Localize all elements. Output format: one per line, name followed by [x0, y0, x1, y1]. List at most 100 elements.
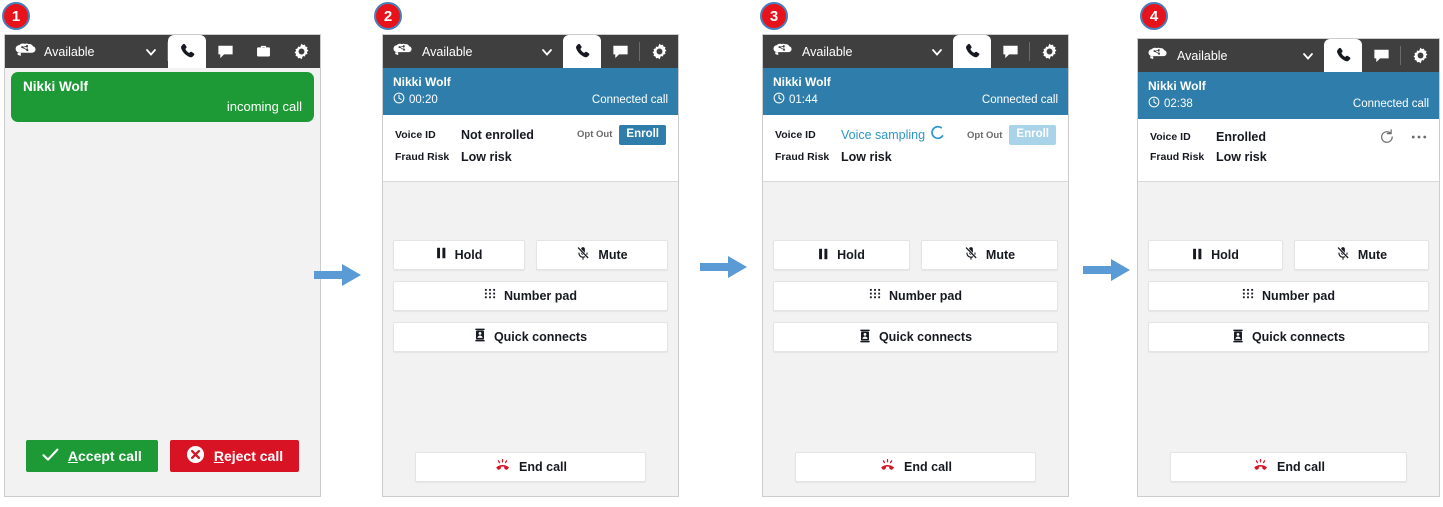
quick-connects-label: Quick connects — [1251, 330, 1346, 344]
tab-phone[interactable] — [953, 35, 991, 68]
clock-icon — [1148, 96, 1160, 111]
end-call-icon — [1252, 458, 1269, 475]
contact-meta-row: 02:38 Connected call — [1148, 96, 1429, 111]
nav-tabs — [953, 35, 1029, 68]
quick-connects-button[interactable]: Quick connects — [1148, 322, 1429, 352]
tab-phone[interactable] — [1324, 39, 1362, 72]
tab-phone[interactable] — [563, 35, 601, 68]
quick-connects-button[interactable]: Quick connects — [393, 321, 668, 352]
tab-chat[interactable] — [1362, 39, 1400, 72]
ccp-panel-enrolled: Available Nikki Wolf 02:38 Connected cal… — [1137, 38, 1440, 497]
tab-settings[interactable] — [1401, 39, 1439, 72]
number-pad-label: Number pad — [1262, 289, 1335, 303]
fraud-risk-label: Fraud Risk — [1150, 151, 1205, 163]
end-call-label: End call — [519, 460, 567, 474]
voice-id-value: Enrolled — [1216, 130, 1267, 144]
opt-out-label[interactable]: Opt Out — [967, 130, 1002, 141]
mute-button[interactable]: Mute — [921, 240, 1058, 270]
mute-button[interactable]: Mute — [536, 239, 668, 270]
quick-connects-label: Quick connects — [493, 329, 588, 344]
chevron-down-icon[interactable] — [930, 45, 944, 59]
nav-tabs-settings — [1401, 39, 1439, 72]
accept-rest: ccept call — [78, 448, 142, 464]
accept-call-button[interactable]: Accept call — [25, 440, 158, 472]
ccp-panel-incoming: Available Nikki Wolf incoming call Accep… — [4, 34, 321, 497]
opt-out-label[interactable]: Opt Out — [577, 129, 612, 140]
chevron-down-icon[interactable] — [144, 45, 158, 59]
fraud-risk-row: Fraud Risk Low risk — [395, 150, 666, 164]
agent-status-label: Available — [802, 44, 853, 59]
mute-button[interactable]: Mute — [1294, 240, 1429, 270]
hold-label: Hold — [1211, 248, 1239, 262]
voice-id-row: Voice ID Voice sampling Opt Out Enroll — [775, 125, 1056, 145]
number-pad-button[interactable]: Number pad — [1148, 281, 1429, 311]
mute-label: Mute — [1357, 248, 1388, 262]
agent-status-label: Available — [422, 44, 473, 59]
pause-icon — [1192, 248, 1203, 263]
refresh-icon[interactable] — [1379, 129, 1395, 145]
dialpad-icon — [484, 288, 496, 304]
call-timer-value: 01:44 — [789, 93, 818, 106]
agent-status-selector[interactable]: Available — [383, 35, 563, 68]
end-call-wrap: End call — [1148, 452, 1429, 496]
tab-phone[interactable] — [168, 35, 206, 68]
end-call-button[interactable]: End call — [1170, 452, 1407, 482]
quick-connects-label: Quick connects — [878, 330, 973, 344]
reject-call-button[interactable]: Reject call — [169, 440, 300, 472]
end-call-button[interactable]: End call — [415, 452, 646, 482]
tab-tasks[interactable] — [244, 35, 282, 68]
loading-spinner-icon — [930, 125, 945, 145]
chevron-down-icon[interactable] — [1301, 49, 1315, 63]
amazon-connect-logo-icon — [392, 43, 414, 60]
nav-tabs — [168, 35, 320, 68]
ccp-topbar: Available — [763, 35, 1068, 68]
number-pad-button[interactable]: Number pad — [773, 281, 1058, 311]
end-call-label: End call — [1277, 460, 1325, 474]
chevron-down-icon[interactable] — [540, 45, 554, 59]
end-call-icon — [494, 458, 511, 475]
connected-contact-banner: Nikki Wolf 00:20 Connected call — [383, 68, 678, 115]
fraud-risk-label: Fraud Risk — [395, 150, 450, 163]
ccp-topbar: Available — [1138, 39, 1439, 72]
mute-label: Mute — [985, 248, 1016, 262]
hold-button[interactable]: Hold — [773, 240, 910, 270]
tab-settings[interactable] — [282, 35, 320, 68]
contact-name: Nikki Wolf — [773, 75, 831, 89]
call-controls: Hold Mute Number pad Quick connects End … — [1138, 182, 1439, 496]
hold-mute-row: Hold Mute — [773, 240, 1058, 270]
number-pad-button[interactable]: Number pad — [393, 280, 668, 311]
contact-name: Nikki Wolf — [1148, 79, 1206, 93]
hold-button[interactable]: Hold — [393, 239, 525, 270]
hold-label: Hold — [454, 247, 483, 262]
end-call-icon — [879, 458, 896, 475]
tab-chat[interactable] — [991, 35, 1029, 68]
quick-connects-button[interactable]: Quick connects — [773, 322, 1058, 352]
contact-meta-row: 01:44 Connected call — [773, 92, 1058, 107]
number-pad-label: Number pad — [504, 288, 577, 303]
voice-id-label: Voice ID — [1150, 131, 1191, 143]
amazon-connect-logo-icon — [1147, 47, 1169, 64]
hold-button[interactable]: Hold — [1148, 240, 1283, 270]
call-timer: 00:20 — [393, 92, 438, 107]
enroll-button[interactable]: Enroll — [619, 125, 666, 145]
agent-status-selector[interactable]: Available — [1138, 39, 1324, 72]
tab-settings[interactable] — [640, 35, 678, 68]
tab-settings[interactable] — [1030, 35, 1068, 68]
arrow-1-to-2 — [314, 263, 362, 292]
tab-chat[interactable] — [206, 35, 244, 68]
controls-top-spacer — [1148, 182, 1429, 240]
voice-id-panel: Voice ID Not enrolled Opt Out Enroll Fra… — [383, 115, 678, 182]
tab-chat[interactable] — [601, 35, 639, 68]
step-badge-3: 3 — [760, 2, 788, 30]
nav-tabs — [563, 35, 639, 68]
step-badge-2: 2 — [374, 2, 402, 30]
agent-status-selector[interactable]: Available — [5, 35, 167, 68]
end-call-button[interactable]: End call — [795, 452, 1036, 482]
agent-status-selector[interactable]: Available — [763, 35, 953, 68]
workflow-diagram: 1 2 3 4 Available Nikki Wolf incoming ca… — [0, 0, 1443, 507]
number-pad-label: Number pad — [889, 289, 962, 303]
ellipsis-icon[interactable] — [1411, 134, 1427, 140]
incoming-contact-banner: Nikki Wolf incoming call — [5, 68, 320, 125]
call-timer: 01:44 — [773, 92, 818, 107]
